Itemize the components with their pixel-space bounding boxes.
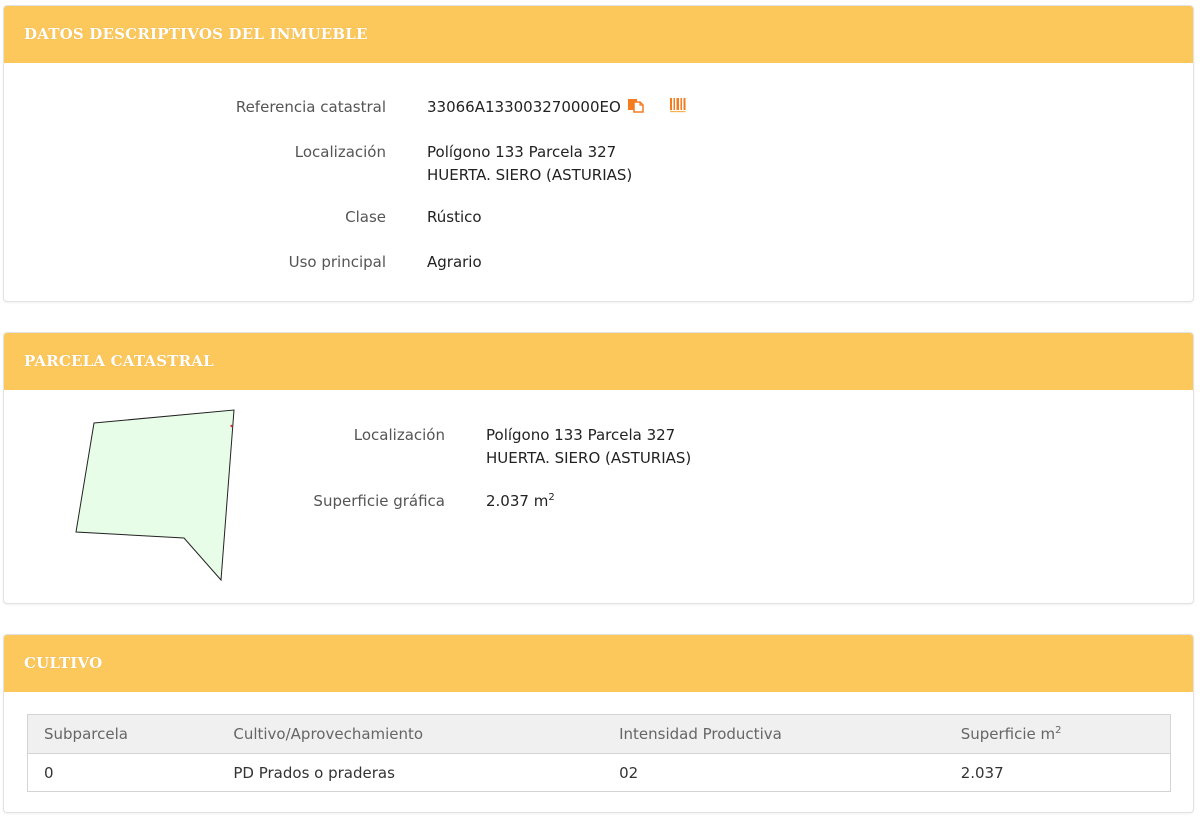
- label-parcela-localizacion: Localización: [353, 426, 445, 444]
- col-header-intensidad: Intensidad Productiva: [603, 714, 945, 754]
- row-clase: Clase Rústico: [4, 206, 1193, 230]
- superficie-number: 2.037 m: [486, 492, 549, 510]
- panel-datos-descriptivos: DATOS DESCRIPTIVOS DEL INMUEBLE Referenc…: [3, 5, 1194, 302]
- row-localizacion: Localización Polígono 133 Parcela 327 HU…: [4, 141, 1193, 191]
- col-header-superficie: Superficie m2: [944, 714, 1171, 754]
- table-header-row: Subparcela Cultivo/Aprovechamiento Inten…: [27, 714, 1171, 754]
- referencia-text[interactable]: 33066A133003270000EO: [427, 98, 621, 116]
- panel-cultivo: CULTIVO Subparcela Cultivo/Aprovechamien…: [3, 634, 1194, 813]
- panel-title-cultivo: CULTIVO: [4, 635, 1193, 692]
- label-referencia: Referencia catastral: [235, 98, 386, 116]
- col-header-cultivo: Cultivo/Aprovechamiento: [217, 714, 604, 754]
- label-uso-principal: Uso principal: [288, 253, 386, 271]
- barcode-icon[interactable]: [669, 97, 689, 119]
- value-localizacion-line2: HUERTA. SIERO (ASTURIAS): [427, 166, 633, 184]
- value-uso-principal: Agrario: [427, 253, 482, 271]
- copy-icon[interactable]: [627, 97, 645, 119]
- cell-subparcela: 0: [27, 753, 218, 792]
- value-referencia: 33066A133003270000EO: [427, 96, 689, 119]
- label-clase: Clase: [345, 208, 386, 226]
- row-parcela-localizacion: Localización Polígono 133 Parcela 327 HU…: [4, 424, 1193, 474]
- label-superficie-grafica: Superficie gráfica: [313, 492, 445, 510]
- col-header-subparcela: Subparcela: [27, 714, 218, 754]
- value-localizacion-line1: Polígono 133 Parcela 327: [427, 143, 617, 161]
- panel-title-datos-descriptivos: DATOS DESCRIPTIVOS DEL INMUEBLE: [4, 6, 1193, 63]
- superficie-exponent: 2: [548, 492, 555, 503]
- value-superficie-grafica: 2.037 m2: [486, 490, 555, 512]
- panel-parcela-catastral: PARCELA CATASTRAL Localización Polígono …: [3, 332, 1194, 604]
- col-header-superficie-exp: 2: [1055, 725, 1062, 736]
- cell-intensidad: 02: [603, 753, 945, 792]
- row-superficie-grafica: Superficie gráfica 2.037 m2: [4, 490, 1193, 514]
- value-parcela-localizacion-line1: Polígono 133 Parcela 327: [486, 426, 676, 444]
- value-parcela-localizacion-line2: HUERTA. SIERO (ASTURIAS): [486, 449, 692, 467]
- cultivo-table: Subparcela Cultivo/Aprovechamiento Inten…: [27, 714, 1171, 792]
- table-row: 0 PD Prados o praderas 02 2.037: [27, 753, 1171, 792]
- row-uso-principal: Uso principal Agrario: [4, 251, 1193, 275]
- cell-cultivo: PD Prados o praderas: [217, 753, 604, 792]
- panel-title-parcela-catastral: PARCELA CATASTRAL: [4, 333, 1193, 390]
- label-localizacion: Localización: [294, 143, 386, 161]
- value-clase: Rústico: [427, 208, 482, 226]
- cell-superficie: 2.037: [944, 753, 1171, 792]
- row-referencia: Referencia catastral 33066A133003270000E…: [4, 96, 1193, 120]
- col-header-superficie-text: Superficie m: [960, 725, 1056, 743]
